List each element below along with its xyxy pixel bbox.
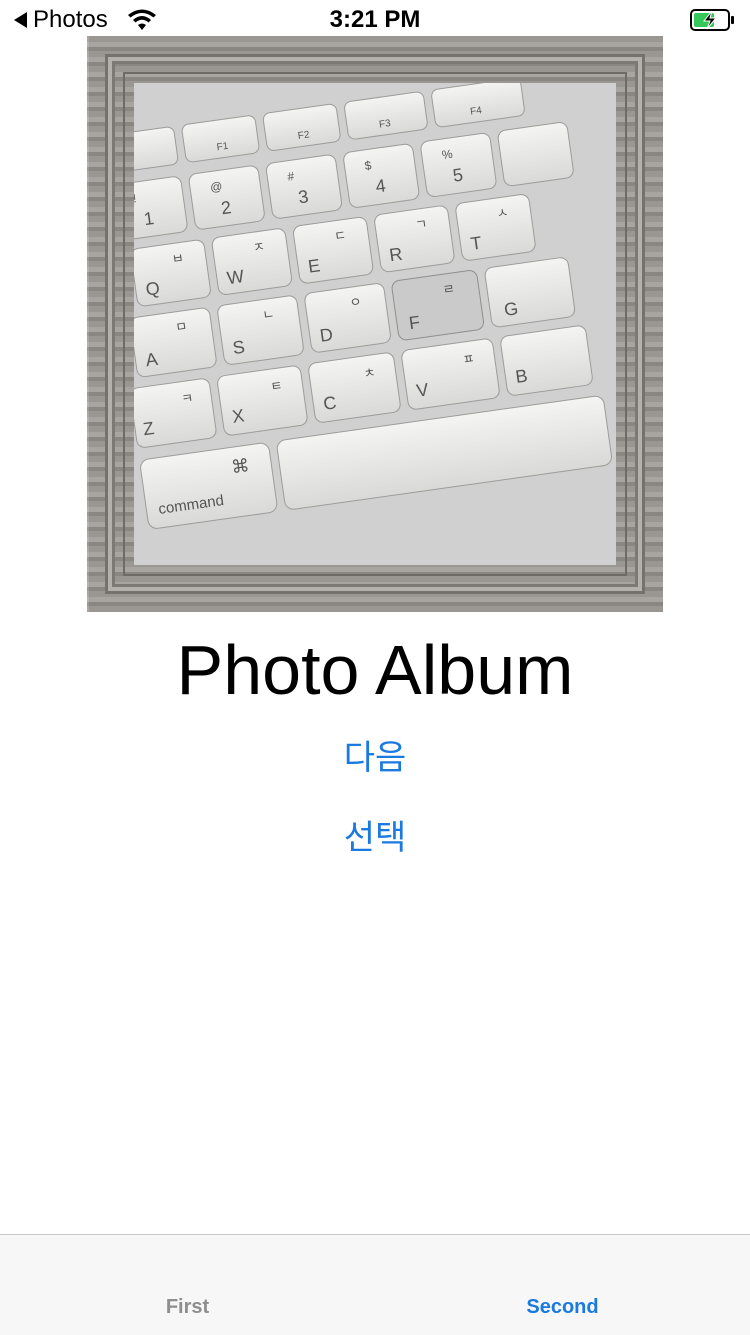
key-r4-8: G bbox=[503, 298, 520, 320]
key-r3-0: ㅂ bbox=[171, 250, 185, 267]
key-r5-7: ㅍ bbox=[462, 351, 476, 368]
key-r3-1: Q bbox=[144, 278, 161, 300]
key-r3-8: ㅅ bbox=[496, 205, 510, 222]
album-photo: esc F1 F2 F3 F4 bbox=[134, 83, 616, 565]
key-r4-6: ㄹ bbox=[442, 281, 456, 298]
tab-bar: First Second bbox=[0, 1234, 750, 1335]
key-r4-2: ㄴ bbox=[261, 306, 275, 323]
key-f2-label: F2 bbox=[297, 129, 311, 142]
key-r5-3: ㅌ bbox=[269, 378, 283, 395]
tab-second[interactable]: Second bbox=[375, 1295, 750, 1319]
key-r4-5: D bbox=[319, 324, 335, 346]
page-title: Photo Album bbox=[176, 631, 574, 709]
key-r3-3: W bbox=[226, 266, 246, 288]
photo-frame: esc F1 F2 F3 F4 bbox=[87, 36, 663, 612]
key-r5-4: C bbox=[322, 392, 338, 414]
key-command-symbol: ⌘ bbox=[230, 455, 251, 477]
key-r2-2: @ bbox=[209, 179, 223, 195]
keyboard-photo-illustration: esc F1 F2 F3 F4 bbox=[134, 83, 616, 565]
key-r5-5: ㅊ bbox=[363, 365, 377, 382]
next-button[interactable]: 다음 bbox=[0, 738, 750, 778]
select-button[interactable]: 선택 bbox=[0, 818, 750, 858]
key-f4-label: F4 bbox=[470, 105, 484, 118]
key-f3-label: F3 bbox=[378, 118, 392, 131]
tab-first[interactable]: First bbox=[0, 1295, 375, 1319]
key-r3-7: R bbox=[388, 244, 404, 266]
status-bar: Photos 3:21 PM bbox=[0, 0, 750, 40]
key-r5-1: ㅋ bbox=[180, 390, 194, 407]
key-r4-4: ㅇ bbox=[349, 294, 363, 311]
key-r3-6: ㄱ bbox=[414, 216, 428, 233]
key-f1-label: F1 bbox=[216, 141, 230, 154]
key-r4-0: ㅁ bbox=[174, 318, 188, 335]
battery-charging-icon bbox=[690, 9, 734, 31]
key-r3-2: ㅈ bbox=[252, 239, 266, 256]
key-r3-4: ㄷ bbox=[333, 227, 347, 244]
status-time: 3:21 PM bbox=[329, 6, 421, 33]
